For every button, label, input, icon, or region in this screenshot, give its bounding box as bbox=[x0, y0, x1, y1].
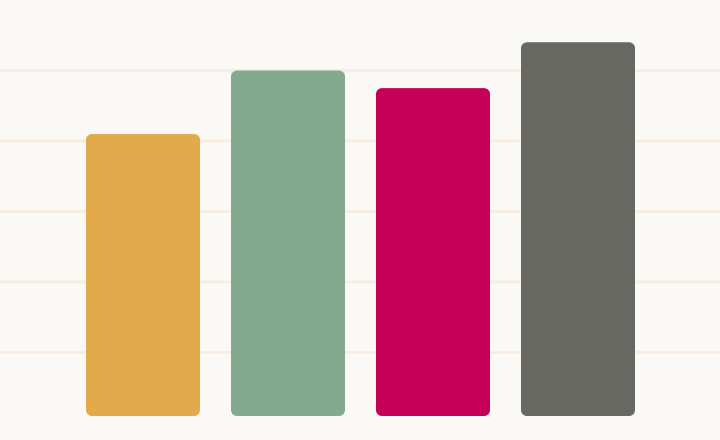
bar-chart bbox=[0, 42, 720, 417]
bar-3 bbox=[376, 88, 490, 416]
bar-1 bbox=[86, 133, 200, 416]
bar-4 bbox=[521, 42, 635, 417]
bar-2 bbox=[231, 70, 345, 416]
bar-series bbox=[86, 42, 635, 417]
